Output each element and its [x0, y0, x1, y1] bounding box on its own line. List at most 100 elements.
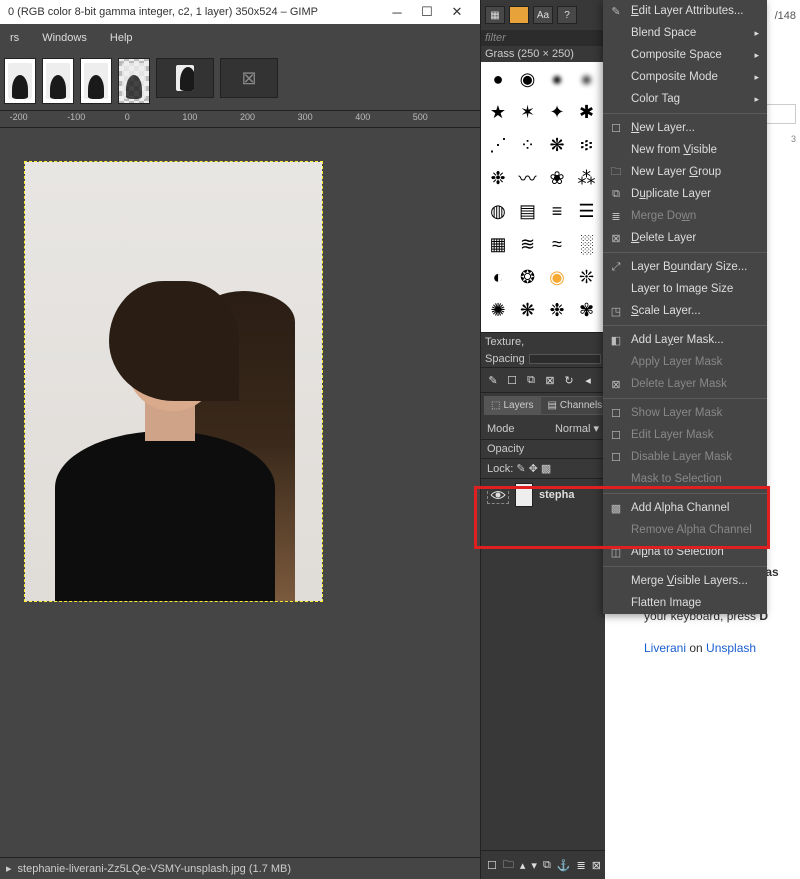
cm-new-from-visible[interactable]: New from Visible [603, 139, 767, 161]
cm-disable-layer-mask: ☐Disable Layer Mask [603, 446, 767, 468]
duplicate-icon[interactable]: ⧉ [523, 372, 539, 388]
delete-icon: ⊠ [609, 231, 623, 245]
merge-icon: ≣ [609, 209, 623, 223]
down-icon[interactable]: ▾ [531, 857, 537, 873]
cm-layer-to-image[interactable]: Layer to Image Size [603, 278, 767, 300]
cm-remove-alpha-channel: Remove Alpha Channel [603, 519, 767, 541]
cm-layer-boundary[interactable]: ⤢Layer Boundary Size... [603, 256, 767, 278]
layer-row[interactable]: stepha [481, 479, 605, 511]
opacity-label[interactable]: Opacity [481, 440, 605, 459]
mode-label: Mode [487, 423, 515, 435]
minimize-button[interactable]: ─ [382, 5, 412, 20]
cm-flatten-image[interactable]: Flatten Image [603, 592, 767, 614]
menu-windows[interactable]: Windows [32, 28, 97, 48]
lock-pixels-icon[interactable]: ✎ [516, 463, 525, 475]
cm-merge-visible[interactable]: Merge Visible Layers... [603, 570, 767, 592]
mask-icon: ◧ [609, 333, 623, 347]
link-liverani[interactable]: Liverani [644, 641, 686, 655]
delete-layer-icon[interactable]: ⊠ [592, 857, 601, 873]
cm-edit-layer-attributes[interactable]: ✎Edit Layer Attributes... [603, 0, 767, 22]
anchor-icon[interactable]: ⚓ [557, 857, 571, 873]
thumb[interactable] [156, 58, 214, 98]
menu-bar: rs Windows Help [0, 24, 480, 52]
delete-icon[interactable]: ⊠ [542, 372, 558, 388]
link-unsplash[interactable]: Unsplash [706, 641, 756, 655]
canvas[interactable] [0, 128, 480, 857]
duplicate-layer-icon[interactable]: ⧉ [543, 857, 551, 873]
visibility-eye-icon[interactable] [487, 486, 509, 504]
layer-context-menu: ✎Edit Layer Attributes... Blend Space Co… [603, 0, 767, 614]
maximize-button[interactable]: ☐ [412, 4, 442, 20]
horizontal-ruler: -200 -100 0 100 200 300 400 500 [0, 110, 480, 128]
cm-delete-layer[interactable]: ⊠Delete Layer [603, 227, 767, 249]
cm-new-layer-group[interactable]: 🗀New Layer Group [603, 161, 767, 183]
close-button[interactable]: ✕ [442, 4, 472, 20]
new-icon: ☐ [609, 121, 623, 135]
brush-name: Grass (250 × 250) [481, 46, 605, 62]
menu-icon[interactable]: ◂ [580, 372, 596, 388]
thumb[interactable] [42, 58, 74, 104]
image[interactable] [25, 162, 322, 601]
lock-position-icon[interactable]: ✥ [529, 463, 538, 475]
title-bar: 0 (RGB color 8-bit gamma integer, c2, 1 … [0, 0, 480, 24]
brush-filter[interactable]: filter [481, 30, 605, 46]
cm-add-layer-mask[interactable]: ◧Add Layer Mask... [603, 329, 767, 351]
new-group-icon[interactable]: 🗀 [503, 857, 514, 873]
brush-grid[interactable]: ●◉●● ★✶✦✱ ⋰⁘❋፨ ❉〰❀⁂ ◍▤≡☰ ▦≋≈░ ◐❂◉❊ ✺❋❉✾ [481, 62, 605, 332]
cm-mask-to-selection: Mask to Selection [603, 468, 767, 490]
refresh-icon[interactable]: ↻ [561, 372, 577, 388]
cm-composite-space[interactable]: Composite Space [603, 44, 767, 66]
cm-show-layer-mask: ☐Show Layer Mask [603, 402, 767, 424]
dock-tabs: ▦ Aa ? [481, 0, 605, 30]
edit-icon: ✎ [609, 4, 623, 18]
delete-icon: ⊠ [609, 377, 623, 391]
texture-label: Texture, [481, 332, 605, 351]
lock-alpha-icon[interactable]: ▩ [541, 463, 551, 475]
folder-icon: 🗀 [609, 165, 623, 179]
cm-delete-layer-mask: ⊠Delete Layer Mask [603, 373, 767, 395]
brush-actions: ✎ ☐ ⧉ ⊠ ↻ ◂ [481, 368, 605, 393]
help-tab-icon[interactable]: ? [557, 6, 577, 24]
cm-add-alpha-channel[interactable]: ▩Add Alpha Channel [603, 497, 767, 519]
spacing-slider[interactable] [529, 354, 601, 364]
merge-icon[interactable]: ≣ [577, 857, 586, 873]
cm-new-layer[interactable]: ☐New Layer... [603, 117, 767, 139]
new-icon[interactable]: ☐ [504, 372, 520, 388]
duplicate-icon: ⧉ [609, 187, 623, 201]
brush-tab-icon[interactable]: ▦ [485, 6, 505, 24]
mode-value[interactable]: Normal ▾ [555, 422, 599, 435]
window-title: 0 (RGB color 8-bit gamma integer, c2, 1 … [8, 6, 318, 18]
layer-name[interactable]: stepha [539, 489, 574, 501]
cm-scale-layer[interactable]: ◳Scale Layer... [603, 300, 767, 322]
up-icon[interactable]: ▴ [520, 857, 526, 873]
pattern-tab-icon[interactable] [509, 6, 529, 24]
cm-merge-down: ≣Merge Down [603, 205, 767, 227]
text-tab-icon[interactable]: Aa [533, 6, 553, 24]
cm-edit-layer-mask: ☐Edit Layer Mask [603, 424, 767, 446]
chevron-right-icon[interactable]: ▸ [6, 862, 12, 875]
menu-help[interactable]: Help [100, 28, 143, 48]
cm-composite-mode[interactable]: Composite Mode [603, 66, 767, 88]
thumb[interactable] [4, 58, 36, 104]
thumb[interactable] [118, 58, 150, 104]
checkbox-icon: ☐ [609, 450, 623, 464]
menu-item[interactable]: rs [0, 28, 29, 48]
lock-row: Lock: ✎ ✥ ▩ [481, 459, 605, 479]
status-bar: ▸ stephanie-liverani-Zz5LQe-VSMY-unsplas… [0, 857, 480, 879]
cm-duplicate-layer[interactable]: ⧉Duplicate Layer [603, 183, 767, 205]
checkbox-icon: ☐ [609, 406, 623, 420]
new-layer-icon[interactable]: ☐ [487, 857, 497, 873]
cm-apply-layer-mask: Apply Layer Mask [603, 351, 767, 373]
tab-layers[interactable]: ⬚ Layers [484, 396, 540, 415]
thumb[interactable] [80, 58, 112, 104]
cm-blend-space[interactable]: Blend Space [603, 22, 767, 44]
cm-alpha-to-selection[interactable]: ◫Alpha to Selection [603, 541, 767, 563]
edit-icon[interactable]: ✎ [485, 372, 501, 388]
layers-panel: ⬚ Layers ▤ Channels ✎Pa Mode Normal ▾ Op… [481, 393, 605, 879]
alpha-icon: ▩ [609, 501, 623, 515]
thumb-close[interactable]: ⊠ [220, 58, 278, 98]
tab-channels[interactable]: ▤ Channels [540, 396, 609, 415]
layer-thumbnail[interactable] [515, 483, 533, 507]
cm-color-tag[interactable]: Color Tag [603, 88, 767, 110]
status-filename: stephanie-liverani-Zz5LQe-VSMY-unsplash.… [18, 863, 292, 875]
